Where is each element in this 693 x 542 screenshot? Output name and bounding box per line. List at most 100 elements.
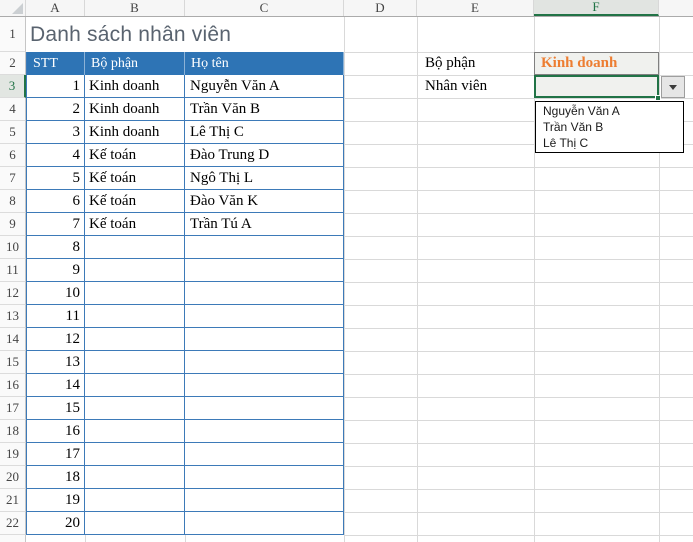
- cell-stt[interactable]: 16: [27, 420, 85, 442]
- cell-name[interactable]: Trần Tú A: [185, 213, 344, 235]
- cell-stt[interactable]: 15: [27, 397, 85, 419]
- dropdown-button[interactable]: [661, 76, 685, 98]
- cell-name[interactable]: [185, 443, 344, 465]
- row-header[interactable]: 11: [0, 259, 26, 282]
- row-header[interactable]: 4: [0, 98, 26, 121]
- row-header[interactable]: 5: [0, 121, 26, 144]
- cell-stt[interactable]: 1: [27, 75, 85, 97]
- dept-value-cell[interactable]: Kinh doanh: [534, 52, 659, 75]
- cell-name[interactable]: Đào Trung D: [185, 144, 344, 166]
- cell-stt[interactable]: 4: [27, 144, 85, 166]
- cell-stt[interactable]: 12: [27, 328, 85, 350]
- cell-dept[interactable]: Kinh doanh: [85, 98, 185, 120]
- cell-stt[interactable]: 7: [27, 213, 85, 235]
- column-header[interactable]: D: [344, 0, 417, 16]
- row-header[interactable]: 13: [0, 305, 26, 328]
- cell-name[interactable]: [185, 512, 344, 534]
- dropdown-item[interactable]: Trần Văn B: [536, 119, 683, 135]
- cell-stt[interactable]: 2: [27, 98, 85, 120]
- column-header[interactable]: E: [417, 0, 534, 16]
- cell-dept[interactable]: [85, 328, 185, 350]
- employee-value-cell[interactable]: [534, 75, 659, 98]
- cell-dept[interactable]: Kế toán: [85, 144, 185, 166]
- cell-dept[interactable]: [85, 420, 185, 442]
- label-nhan-vien[interactable]: Nhân viên: [417, 75, 534, 98]
- cell-stt[interactable]: 14: [27, 374, 85, 396]
- cell-name[interactable]: [185, 466, 344, 488]
- cell-name[interactable]: Trần Văn B: [185, 98, 344, 120]
- cell-name[interactable]: [185, 397, 344, 419]
- row-header[interactable]: 6: [0, 144, 26, 167]
- cell-stt[interactable]: 3: [27, 121, 85, 143]
- cell-dept[interactable]: [85, 512, 185, 534]
- row-header[interactable]: 12: [0, 282, 26, 305]
- row-header[interactable]: 16: [0, 374, 26, 397]
- cell-stt[interactable]: 6: [27, 190, 85, 212]
- row-header-partial[interactable]: [0, 535, 26, 542]
- dropdown-item[interactable]: Lê Thị C: [536, 135, 683, 151]
- cell-stt[interactable]: 9: [27, 259, 85, 281]
- cell-name[interactable]: [185, 351, 344, 373]
- cell-dept[interactable]: Kế toán: [85, 167, 185, 189]
- cell-name[interactable]: Lê Thị C: [185, 121, 344, 143]
- row-header[interactable]: 15: [0, 351, 26, 374]
- dropdown-item[interactable]: Nguyễn Văn A: [536, 103, 683, 119]
- cell-name[interactable]: [185, 328, 344, 350]
- row-header[interactable]: 20: [0, 466, 26, 489]
- cell-name[interactable]: [185, 282, 344, 304]
- cell-dept[interactable]: [85, 351, 185, 373]
- label-bo-phan[interactable]: Bộ phận: [417, 52, 534, 75]
- row-header[interactable]: 3: [0, 75, 26, 98]
- row-header[interactable]: 22: [0, 512, 26, 535]
- column-header[interactable]: B: [85, 0, 185, 16]
- column-header[interactable]: A: [26, 0, 85, 16]
- cell-name[interactable]: [185, 259, 344, 281]
- row-header[interactable]: 9: [0, 213, 26, 236]
- cell-dept[interactable]: Kinh doanh: [85, 121, 185, 143]
- row-header[interactable]: 10: [0, 236, 26, 259]
- cell-stt[interactable]: 18: [27, 466, 85, 488]
- row-header[interactable]: 8: [0, 190, 26, 213]
- cell-name[interactable]: Ngô Thị L: [185, 167, 344, 189]
- table-header-name[interactable]: Họ tên: [185, 52, 344, 75]
- row-header[interactable]: 7: [0, 167, 26, 190]
- cell-dept[interactable]: [85, 489, 185, 511]
- cell-name[interactable]: [185, 420, 344, 442]
- row-header[interactable]: 1: [0, 17, 26, 52]
- cell-name[interactable]: [185, 489, 344, 511]
- row-header[interactable]: 21: [0, 489, 26, 512]
- row-header[interactable]: 19: [0, 443, 26, 466]
- column-header[interactable]: C: [185, 0, 344, 16]
- cell-dept[interactable]: [85, 443, 185, 465]
- cell-dept[interactable]: [85, 397, 185, 419]
- row-header[interactable]: 18: [0, 420, 26, 443]
- column-header[interactable]: F: [534, 0, 659, 16]
- cell-name[interactable]: Nguyễn Văn A: [185, 75, 344, 97]
- row-header[interactable]: 14: [0, 328, 26, 351]
- table-header-stt[interactable]: STT: [27, 52, 85, 75]
- cell-stt[interactable]: 19: [27, 489, 85, 511]
- cell-stt[interactable]: 11: [27, 305, 85, 327]
- cell-name[interactable]: [185, 374, 344, 396]
- select-all-button[interactable]: [0, 0, 26, 16]
- cell-name[interactable]: Đào Văn K: [185, 190, 344, 212]
- cell-dept[interactable]: Kế toán: [85, 190, 185, 212]
- cell-dept[interactable]: Kinh doanh: [85, 75, 185, 97]
- cell-stt[interactable]: 10: [27, 282, 85, 304]
- table-header-dept[interactable]: Bộ phận: [85, 52, 185, 75]
- cell-stt[interactable]: 5: [27, 167, 85, 189]
- cell-name[interactable]: [185, 236, 344, 258]
- cell-dept[interactable]: [85, 374, 185, 396]
- cell-name[interactable]: [185, 305, 344, 327]
- row-header[interactable]: 2: [0, 52, 26, 75]
- cell-dept[interactable]: Kế toán: [85, 213, 185, 235]
- cell-stt[interactable]: 17: [27, 443, 85, 465]
- cell-dept[interactable]: [85, 259, 185, 281]
- cell-dept[interactable]: [85, 236, 185, 258]
- cell-dept[interactable]: [85, 466, 185, 488]
- cell-dept[interactable]: [85, 282, 185, 304]
- cell-stt[interactable]: 8: [27, 236, 85, 258]
- cell-dept[interactable]: [85, 305, 185, 327]
- cell-stt[interactable]: 13: [27, 351, 85, 373]
- cell-stt[interactable]: 20: [27, 512, 85, 534]
